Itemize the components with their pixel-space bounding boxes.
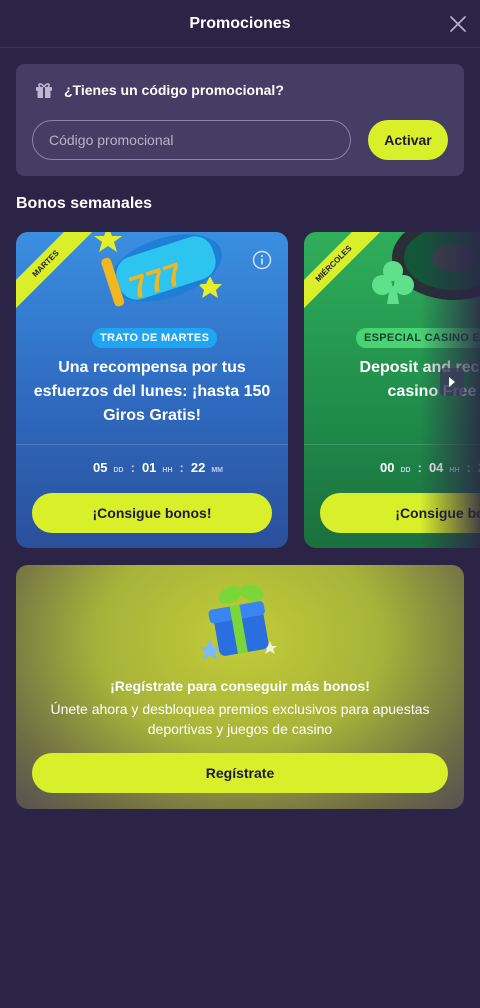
- register-description: Únete ahora y desbloquea premios exclusi…: [50, 701, 430, 737]
- gift-icon: [36, 83, 52, 98]
- weekly-bonuses-title: Bonos semanales: [16, 195, 153, 212]
- page-title: Promociones: [189, 14, 291, 32]
- register-title: ¡Regístrate para conseguir más bonos!: [110, 678, 370, 694]
- promo-code-question: ¿Tienes un código promocional?: [64, 82, 284, 98]
- divider: [16, 444, 288, 445]
- gift-box-illustration: [200, 584, 277, 660]
- countdown-hours: 01: [141, 460, 157, 475]
- close-button[interactable]: [446, 12, 470, 36]
- promo-tag: ESPECIAL CASINO E: [356, 328, 480, 348]
- countdown-minutes-label: MM: [211, 467, 224, 474]
- countdown-timer: 05 DD : 01 HH : 22 MM: [93, 460, 224, 475]
- countdown-hours-label: HH: [162, 467, 173, 474]
- countdown-days: 05: [93, 460, 108, 475]
- bonus-card-tuesday: 777 MARTES TRATO DE MARTES Una recompens…: [16, 232, 288, 548]
- countdown-hours-label: HH: [449, 467, 460, 474]
- info-icon[interactable]: [252, 250, 272, 270]
- get-bonus-button[interactable]: ¡Consigue bo: [320, 493, 480, 533]
- promo-code-panel: ¿Tienes un código promocional? Activar: [16, 64, 464, 176]
- chevron-right-icon: [449, 377, 455, 387]
- club-icon: [372, 261, 414, 304]
- promo-code-heading: ¿Tienes un código promocional?: [34, 80, 284, 100]
- close-icon: [450, 16, 466, 32]
- countdown-minutes: 22: [190, 460, 206, 475]
- day-ribbon: MARTES: [16, 232, 96, 314]
- get-bonus-button[interactable]: ¡Consigue bonos!: [32, 493, 272, 533]
- countdown-days-label: DD: [400, 467, 411, 474]
- promo-code-input[interactable]: [32, 120, 351, 160]
- header: Promociones: [0, 0, 480, 48]
- register-panel: ¡Regístrate para conseguir más bonos! Ún…: [16, 565, 464, 809]
- countdown-hours: 04: [428, 460, 444, 475]
- carousel-next-button[interactable]: [440, 368, 464, 396]
- divider: [304, 444, 480, 445]
- slot-machine-illustration: 777: [94, 232, 222, 307]
- countdown-days-label: DD: [113, 467, 124, 474]
- countdown-timer: 00DD : 04HH : 2: [380, 460, 480, 475]
- countdown-days: 00: [380, 460, 395, 475]
- register-button[interactable]: Regístrate: [32, 753, 448, 793]
- bonus-description: Una recompensa por tus esfuerzos del lun…: [33, 359, 271, 424]
- promo-tag: TRATO DE MARTES: [92, 328, 218, 348]
- activate-button[interactable]: Activar: [368, 120, 448, 160]
